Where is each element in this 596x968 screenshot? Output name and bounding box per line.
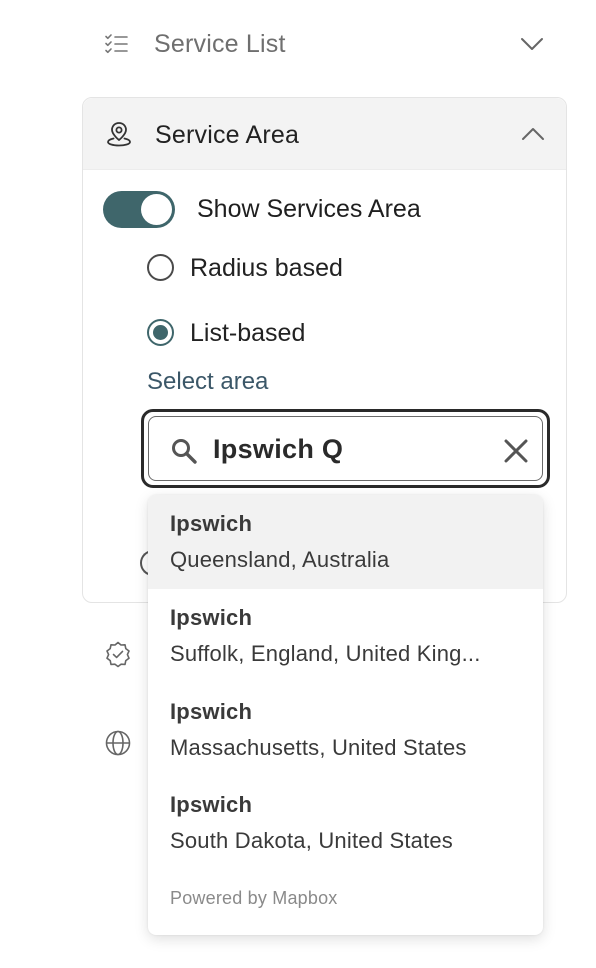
- verified-badge-icon: [106, 641, 130, 668]
- suggestion-item[interactable]: Ipswich Queensland, Australia: [148, 495, 543, 589]
- suggestion-name: Ipswich: [170, 511, 253, 536]
- suggestion-place: South Dakota, United States: [170, 828, 454, 853]
- checklist-icon: [105, 34, 128, 54]
- close-icon[interactable]: [503, 438, 529, 464]
- show-services-area-label: Show Services Area: [197, 195, 421, 223]
- chevron-down-icon[interactable]: [518, 34, 546, 54]
- service-list-label: Service List: [154, 30, 286, 58]
- service-list-header[interactable]: Service List: [82, 14, 566, 76]
- service-area-label: Service Area: [155, 121, 300, 149]
- radius-based-radio[interactable]: [147, 254, 174, 281]
- suggestion-item[interactable]: Ipswich Massachusetts, United States: [148, 683, 543, 777]
- radio-selected-dot: [153, 325, 168, 340]
- service-settings-page: Service List Service Area Show Services …: [0, 0, 596, 968]
- chevron-up-icon[interactable]: [519, 124, 547, 144]
- suggestion-place: Suffolk, England, United King...: [170, 641, 481, 666]
- list-based-radio[interactable]: [147, 319, 174, 346]
- globe-icon: [105, 730, 131, 756]
- list-based-label: List-based: [190, 319, 306, 347]
- suggestion-place: Massachusetts, United States: [170, 735, 467, 760]
- suggestion-name: Ipswich: [170, 792, 253, 817]
- suggestion-name: Ipswich: [170, 699, 253, 724]
- service-area-header[interactable]: Service Area: [83, 98, 566, 170]
- suggestion-item[interactable]: Ipswich Suffolk, England, United King...: [148, 589, 543, 683]
- area-search-input[interactable]: Ipswich Q: [213, 434, 343, 465]
- suggestion-item[interactable]: Ipswich South Dakota, United States: [148, 776, 543, 870]
- area-search-field[interactable]: Ipswich Q: [141, 409, 550, 488]
- select-area-label: Select area: [147, 368, 269, 395]
- suggestion-name: Ipswich: [170, 605, 253, 630]
- area-search-inner: Ipswich Q: [148, 416, 543, 481]
- location-pin-icon: [107, 122, 131, 147]
- search-icon: [172, 439, 197, 464]
- suggestion-place: Queensland, Australia: [170, 547, 390, 572]
- suggestions-dropdown: Ipswich Queensland, Australia Ipswich Su…: [148, 495, 543, 935]
- toggle-knob: [141, 194, 172, 225]
- show-services-area-toggle[interactable]: [103, 191, 175, 228]
- powered-by-mapbox: Powered by Mapbox: [170, 888, 338, 908]
- radius-based-label: Radius based: [190, 254, 343, 282]
